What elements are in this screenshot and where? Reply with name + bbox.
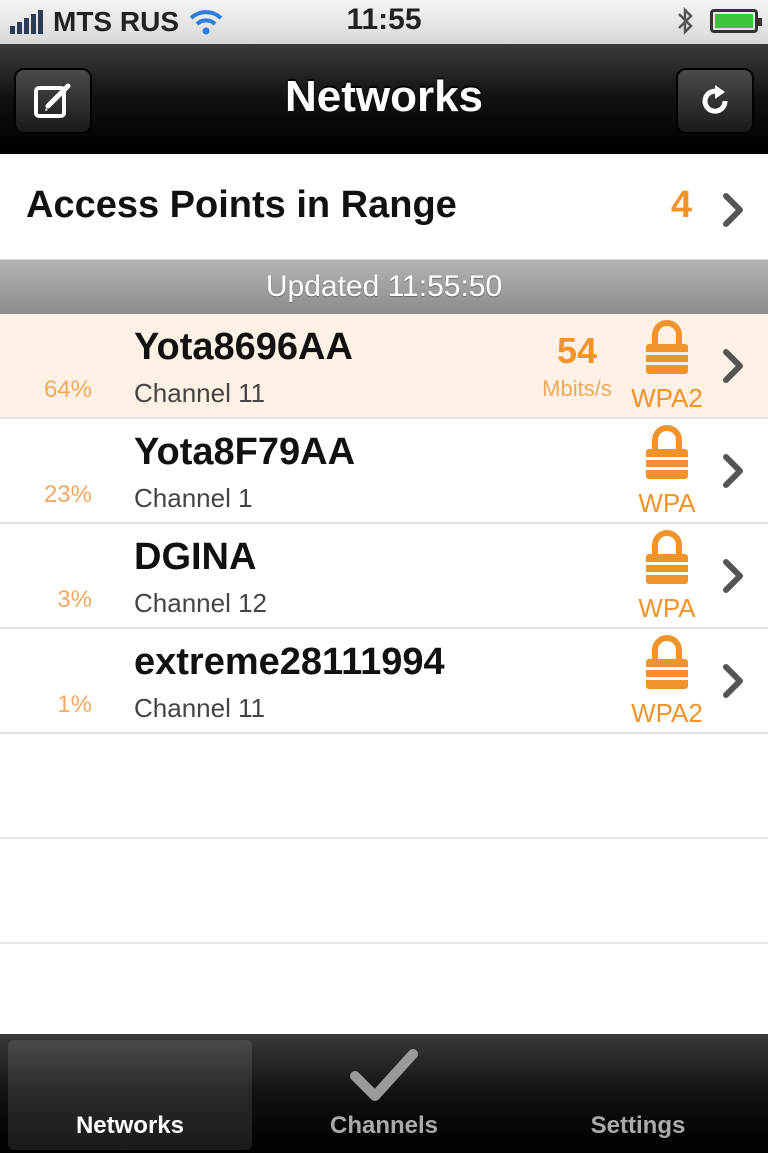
security-type: WPA2 xyxy=(631,383,703,413)
refresh-button[interactable] xyxy=(676,68,754,134)
network-security: WPA xyxy=(622,530,712,624)
signal-percent: 64% xyxy=(43,376,92,403)
bluetooth-icon xyxy=(678,6,693,36)
chevron-right-icon xyxy=(723,559,743,593)
network-security: WPA xyxy=(622,425,712,519)
signal-percent: 23% xyxy=(43,481,92,508)
signal-percent: 1% xyxy=(57,691,92,718)
security-type: WPA xyxy=(638,488,696,518)
network-speed: 54 Mbits/s xyxy=(532,330,622,402)
checkmark-icon xyxy=(350,1049,418,1101)
network-channel: Channel 12 xyxy=(134,588,267,618)
page-title: Networks xyxy=(284,72,484,121)
network-channel: Channel 11 xyxy=(134,693,266,723)
refresh-icon xyxy=(702,85,728,114)
chevron-right-icon xyxy=(723,193,743,227)
network-row-extreme28111994[interactable]: 1% extreme28111994 Channel 11 WPA2 xyxy=(0,629,768,734)
lock-icon xyxy=(646,320,688,374)
status-time: 11:55 xyxy=(346,3,422,36)
networks-tab-icon xyxy=(8,1040,252,1112)
network-channel: Channel 11 xyxy=(134,378,266,408)
settings-tab-icon xyxy=(516,1040,760,1112)
speed-value: 54 xyxy=(556,330,598,371)
tab-label: Networks xyxy=(75,1112,185,1139)
network-row-yota8f79aa[interactable]: 23% Yota8F79AA Channel 1 WPA xyxy=(0,419,768,524)
security-type: WPA xyxy=(638,593,696,623)
network-security: WPA2 xyxy=(622,635,712,729)
chevron-right-icon xyxy=(723,664,743,698)
network-ssid: Yota8696AA xyxy=(134,326,353,368)
tab-channels[interactable]: Channels xyxy=(262,1040,506,1150)
empty-row xyxy=(0,734,768,839)
lock-icon xyxy=(646,530,688,584)
network-ssid: Yota8F79AA xyxy=(134,431,356,473)
network-channel: Channel 1 xyxy=(134,483,253,513)
network-list: 64% Yota8696AA Channel 11 54 Mbits/s WPA… xyxy=(0,314,768,944)
access-points-label: Access Points in Range xyxy=(26,184,457,226)
network-ssid: extreme28111994 xyxy=(134,641,445,683)
chevron-right-icon xyxy=(723,349,743,383)
security-type: WPA2 xyxy=(631,698,703,728)
signal-percent: 3% xyxy=(57,586,92,613)
tab-networks[interactable]: Networks xyxy=(8,1040,252,1150)
network-row-dgina[interactable]: 3% DGINA Channel 12 WPA xyxy=(0,524,768,629)
status-bar: MTS RUS 11:55 xyxy=(0,0,768,44)
navigation-bar: Networks xyxy=(0,44,768,154)
tab-settings[interactable]: Settings xyxy=(516,1040,760,1150)
access-points-row[interactable]: Access Points in Range 4 xyxy=(0,156,768,260)
lock-icon xyxy=(646,635,688,689)
empty-row xyxy=(0,839,768,944)
updated-section-header: Updated 11:55:50 xyxy=(0,260,768,314)
network-ssid: DGINA xyxy=(134,536,257,578)
chevron-right-icon xyxy=(723,454,743,488)
tab-label: Channels xyxy=(329,1112,439,1139)
network-row-yota8696aa[interactable]: 64% Yota8696AA Channel 11 54 Mbits/s WPA… xyxy=(0,314,768,419)
network-security: WPA2 xyxy=(622,320,712,414)
tab-bar: Networks Channels Settings xyxy=(0,1034,768,1153)
access-points-count: 4 xyxy=(670,184,692,226)
tab-label: Settings xyxy=(590,1112,686,1139)
battery-icon xyxy=(710,9,762,33)
lock-icon xyxy=(646,425,688,479)
speed-unit: Mbits/s xyxy=(542,376,612,401)
